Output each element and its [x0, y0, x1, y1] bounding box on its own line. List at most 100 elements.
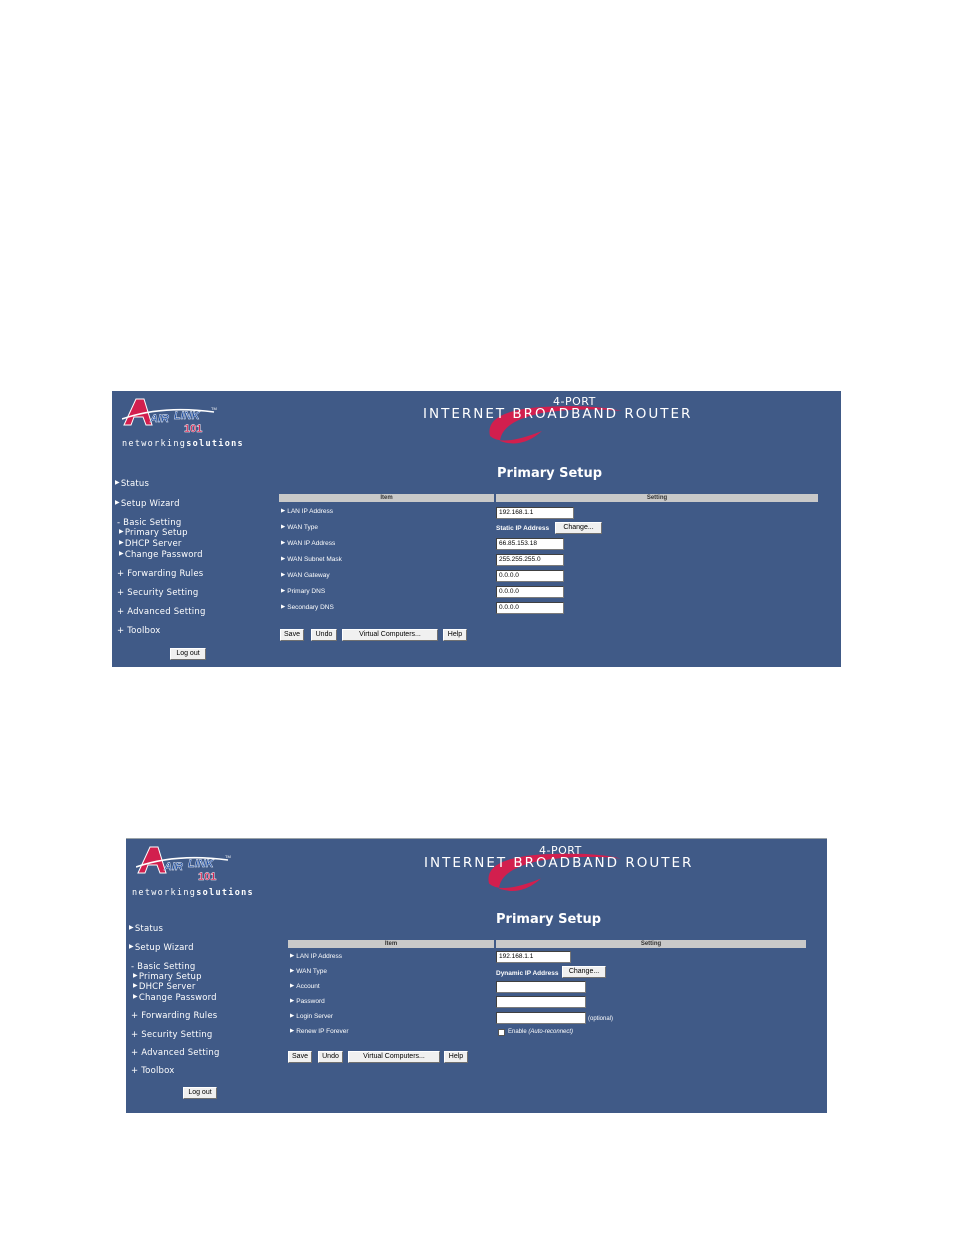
airlink-logo-mark: AIR LINK TM 101	[136, 846, 231, 881]
label-wan-ip: ▶ WAN IP Address	[281, 540, 336, 547]
change-wan-type-button[interactable]: Change...	[555, 522, 602, 534]
change-wan-type-button[interactable]: Change...	[562, 966, 606, 978]
nav-change-password[interactable]: ▶Change Password	[133, 993, 217, 1003]
router-admin-screenshot-dynamic: AIR LINK TM 101 networkingsolutions 4-PO…	[126, 838, 827, 1113]
nav-status[interactable]: ▶Status	[129, 924, 163, 934]
label-renew-ip: ▶ Renew IP Forever	[290, 1028, 349, 1035]
wan-ip-input[interactable]: 66.85.153.18	[496, 538, 564, 550]
wan-gateway-input[interactable]: 0.0.0.0	[496, 570, 564, 582]
arrow-right-icon: ▶	[119, 528, 124, 535]
login-server-input[interactable]	[496, 1012, 586, 1024]
nav-security-setting[interactable]: + Security Setting	[117, 588, 198, 598]
undo-button[interactable]: Undo	[318, 1051, 343, 1063]
arrow-right-icon: ▶	[281, 588, 286, 594]
nav-toolbox[interactable]: + Toolbox	[131, 1066, 175, 1076]
nav-change-password[interactable]: ▶Change Password	[119, 550, 203, 560]
nav-toolbox[interactable]: + Toolbox	[117, 626, 161, 636]
logo-number: 101	[184, 423, 202, 433]
label-account: ▶ Account	[290, 983, 320, 990]
secondary-dns-input[interactable]: 0.0.0.0	[496, 602, 564, 614]
logo-tagline: networkingsolutions	[122, 439, 244, 449]
arrow-right-icon: ▶	[119, 539, 124, 546]
nav-security-setting[interactable]: + Security Setting	[131, 1030, 212, 1040]
arrow-right-icon: ▶	[290, 998, 295, 1004]
optional-note: (optional)	[588, 1016, 614, 1022]
help-button[interactable]: Help	[443, 629, 467, 641]
arrow-right-icon: ▶	[281, 524, 286, 530]
renew-ip-checkbox-label: Enable (Auto-reconnect)	[508, 1029, 574, 1035]
account-input[interactable]	[496, 981, 586, 993]
nav-forwarding-rules[interactable]: + Forwarding Rules	[131, 1011, 217, 1021]
nav-forwarding-rules[interactable]: + Forwarding Rules	[117, 569, 203, 579]
table-header-item: Item	[288, 940, 494, 948]
logo-text-air: AIR	[163, 861, 183, 873]
arrow-right-icon: ▶	[281, 572, 286, 578]
logo-tm: TM	[225, 854, 231, 859]
nav-basic-setting[interactable]: - Basic Setting	[131, 962, 195, 972]
router-admin-screenshot-static: AIR LINK TM 101 networkingsolutions 4-PO…	[112, 391, 841, 667]
label-wan-type: ▶ WAN Type	[281, 524, 318, 531]
label-primary-dns: ▶ Primary DNS	[281, 588, 326, 595]
primary-dns-input[interactable]: 0.0.0.0	[496, 586, 564, 598]
logout-button[interactable]: Log out	[183, 1087, 217, 1099]
undo-button[interactable]: Undo	[311, 629, 337, 641]
logo-number: 101	[198, 871, 216, 881]
wan-type-value: Dynamic IP Address	[496, 970, 559, 977]
arrow-right-icon: ▶	[133, 982, 138, 989]
arrow-right-icon: ▶	[290, 983, 295, 989]
arrow-right-icon: ▶	[290, 953, 295, 959]
nav-dhcp-server[interactable]: ▶DHCP Server	[133, 982, 196, 992]
label-wan-mask: ▶ WAN Subnet Mask	[281, 556, 342, 563]
arrow-right-icon: ▶	[281, 540, 286, 546]
label-secondary-dns: ▶ Secondary DNS	[281, 604, 334, 611]
nav-advanced-setting[interactable]: + Advanced Setting	[117, 607, 206, 617]
label-password: ▶ Password	[290, 998, 325, 1005]
logo-text-air: AIR	[149, 413, 169, 425]
arrow-right-icon: ▶	[133, 993, 138, 1000]
nav-status[interactable]: ▶Status	[115, 479, 149, 489]
nav-primary-setup[interactable]: ▶Primary Setup	[119, 528, 188, 538]
page-title: Primary Setup	[496, 912, 602, 927]
arrow-right-icon: ▶	[115, 479, 120, 486]
nav-setup-wizard[interactable]: ▶Setup Wizard	[129, 943, 194, 953]
lan-ip-input[interactable]: 192.168.1.1	[496, 951, 571, 963]
arrow-right-icon: ▶	[290, 1013, 295, 1019]
save-button[interactable]: Save	[280, 629, 304, 641]
arrow-right-icon: ▶	[281, 556, 286, 562]
nav-advanced-setting[interactable]: + Advanced Setting	[131, 1048, 220, 1058]
lan-ip-input[interactable]: 192.168.1.1	[496, 507, 574, 519]
virtual-computers-button[interactable]: Virtual Computers...	[342, 629, 438, 641]
arrow-right-icon: ▶	[290, 968, 295, 974]
nav-dhcp-server[interactable]: ▶DHCP Server	[119, 539, 182, 549]
nav-primary-setup[interactable]: ▶Primary Setup	[133, 972, 202, 982]
label-wan-gateway: ▶ WAN Gateway	[281, 572, 330, 579]
page-title: Primary Setup	[497, 466, 603, 481]
logout-button[interactable]: Log out	[170, 648, 206, 660]
logo-text-link: LINK	[188, 858, 215, 870]
table-header-setting: Setting	[496, 940, 806, 948]
logo-tm: TM	[211, 406, 217, 411]
help-button[interactable]: Help	[444, 1051, 468, 1063]
table-header-setting: Setting	[496, 494, 818, 502]
airlink-logo-mark: AIR LINK TM 101	[122, 398, 217, 433]
arrow-right-icon: ▶	[281, 604, 286, 610]
save-button[interactable]: Save	[288, 1051, 312, 1063]
arrow-right-icon: ▶	[281, 508, 286, 514]
arrow-right-icon: ▶	[133, 972, 138, 979]
renew-ip-checkbox[interactable]	[498, 1029, 505, 1036]
virtual-computers-button[interactable]: Virtual Computers...	[348, 1051, 440, 1063]
wan-mask-input[interactable]: 255.255.255.0	[496, 554, 564, 566]
arrow-right-icon: ▶	[129, 943, 134, 950]
arrow-right-icon: ▶	[129, 924, 134, 931]
label-lan-ip: ▶ LAN IP Address	[281, 508, 334, 515]
password-input[interactable]	[496, 996, 586, 1008]
nav-setup-wizard[interactable]: ▶Setup Wizard	[115, 499, 180, 509]
table-header-item: Item	[279, 494, 494, 502]
arrow-right-icon: ▶	[290, 1028, 295, 1034]
banner-title: INTERNET BROADBAND ROUTER	[423, 406, 693, 422]
arrow-right-icon: ▶	[119, 550, 124, 557]
banner-title: INTERNET BROADBAND ROUTER	[424, 855, 694, 871]
label-lan-ip: ▶ LAN IP Address	[290, 953, 343, 960]
wan-type-value: Static IP Address	[496, 525, 550, 532]
nav-basic-setting[interactable]: - Basic Setting	[117, 518, 181, 528]
